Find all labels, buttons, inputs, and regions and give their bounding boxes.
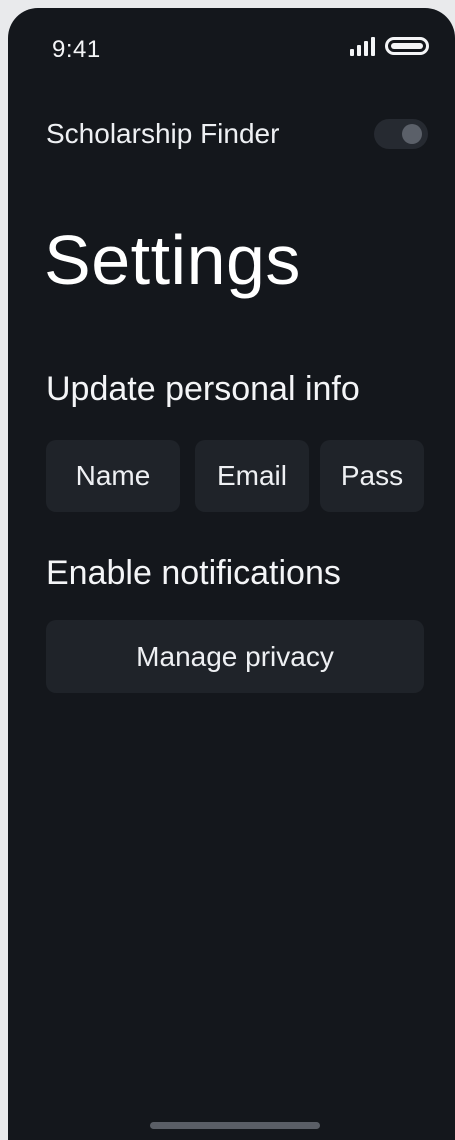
status-icons bbox=[350, 36, 429, 56]
app-header: Scholarship Finder bbox=[46, 112, 428, 156]
email-button[interactable]: Email bbox=[195, 440, 309, 512]
toggle-knob bbox=[402, 124, 422, 144]
app-title: Scholarship Finder bbox=[46, 118, 280, 149]
status-time: 9:41 bbox=[52, 36, 101, 63]
status-bar: 9:41 bbox=[8, 8, 455, 88]
battery-icon bbox=[385, 37, 429, 55]
manage-privacy-button[interactable]: Manage privacy bbox=[46, 620, 424, 693]
cellular-signal-icon bbox=[350, 36, 375, 56]
personal-info-heading: Update personal info bbox=[46, 370, 360, 408]
page-title: Settings bbox=[44, 221, 301, 299]
name-button[interactable]: Name bbox=[46, 440, 180, 512]
notifications-heading: Enable notifications bbox=[46, 554, 341, 592]
header-toggle[interactable] bbox=[374, 119, 428, 149]
home-indicator[interactable] bbox=[150, 1122, 320, 1129]
personal-info-buttons: Name Email Pass bbox=[46, 440, 424, 512]
password-button[interactable]: Pass bbox=[320, 440, 424, 512]
phone-screen: 9:41 Scholarship Finder Settings Update … bbox=[8, 8, 455, 1140]
